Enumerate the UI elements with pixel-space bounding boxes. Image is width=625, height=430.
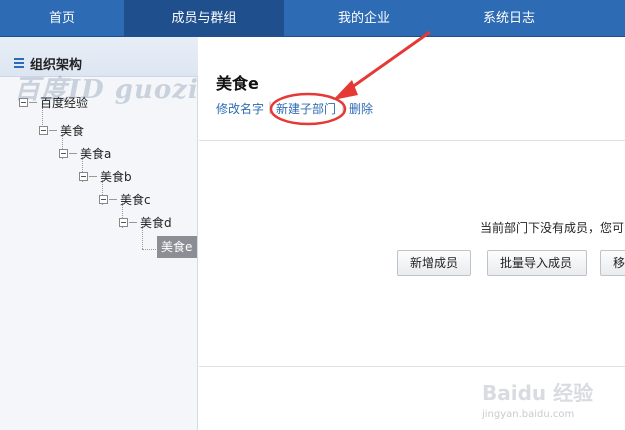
tree-connector bbox=[142, 249, 156, 250]
page-title: 美食e bbox=[216, 74, 259, 93]
separator: | bbox=[341, 100, 346, 114]
bulk-import-button[interactable]: 批量导入成员 bbox=[487, 250, 587, 276]
brand-url: jingyan.baidu.com bbox=[482, 409, 575, 420]
separator: | bbox=[268, 100, 273, 114]
sidebar-header: 组织架构 bbox=[0, 37, 198, 77]
top-nav: 首页 成员与群组 我的企业 系统日志 bbox=[0, 0, 625, 37]
rename-link[interactable]: 修改名字 bbox=[216, 100, 264, 117]
main-panel: 美食e 修改名字 | 新建子部门 | 删除 当前部门下没有成员，您可 新增成员 … bbox=[199, 37, 625, 430]
tree-node-label[interactable]: 百度经验 bbox=[40, 94, 88, 112]
tree-node-label[interactable]: 美食d bbox=[140, 214, 172, 232]
collapse-icon[interactable] bbox=[119, 218, 128, 227]
nav-members-groups[interactable]: 成员与群组 bbox=[124, 0, 284, 37]
move-member-button[interactable]: 移 bbox=[600, 250, 625, 276]
divider bbox=[199, 366, 625, 367]
tree-node-label[interactable]: 美食a bbox=[80, 145, 111, 163]
collapse-icon[interactable] bbox=[79, 172, 88, 181]
delete-link[interactable]: 删除 bbox=[349, 100, 373, 117]
tree-node-label[interactable]: 美食c bbox=[120, 191, 151, 209]
sidebar: 组织架构 百度ID guozi 百度经验 美食 美食a 美食b 美食c 美食d bbox=[0, 37, 198, 430]
tree-node-label[interactable]: 美食b bbox=[100, 168, 132, 186]
collapse-icon[interactable] bbox=[99, 195, 108, 204]
nav-system-log[interactable]: 系统日志 bbox=[444, 0, 574, 37]
divider bbox=[199, 140, 625, 141]
sidebar-title: 组织架构 bbox=[30, 58, 83, 73]
tree-node-label[interactable]: 美食 bbox=[60, 122, 84, 140]
list-icon bbox=[14, 58, 24, 68]
baidu-logo-icon: Baidu 经验 bbox=[482, 381, 594, 405]
collapse-icon[interactable] bbox=[39, 126, 48, 135]
tree-node-selected[interactable]: 美食e bbox=[157, 236, 197, 258]
collapse-icon[interactable] bbox=[19, 98, 28, 107]
new-subdepartment-link[interactable]: 新建子部门 bbox=[276, 100, 336, 117]
nav-my-enterprise[interactable]: 我的企业 bbox=[284, 0, 444, 37]
empty-members-message: 当前部门下没有成员，您可 bbox=[480, 221, 625, 235]
brand-watermark: Baidu 经验 jingyan.baidu.com bbox=[478, 373, 625, 430]
collapse-icon[interactable] bbox=[59, 149, 68, 158]
add-member-button[interactable]: 新增成员 bbox=[397, 250, 471, 276]
nav-home[interactable]: 首页 bbox=[0, 0, 124, 37]
